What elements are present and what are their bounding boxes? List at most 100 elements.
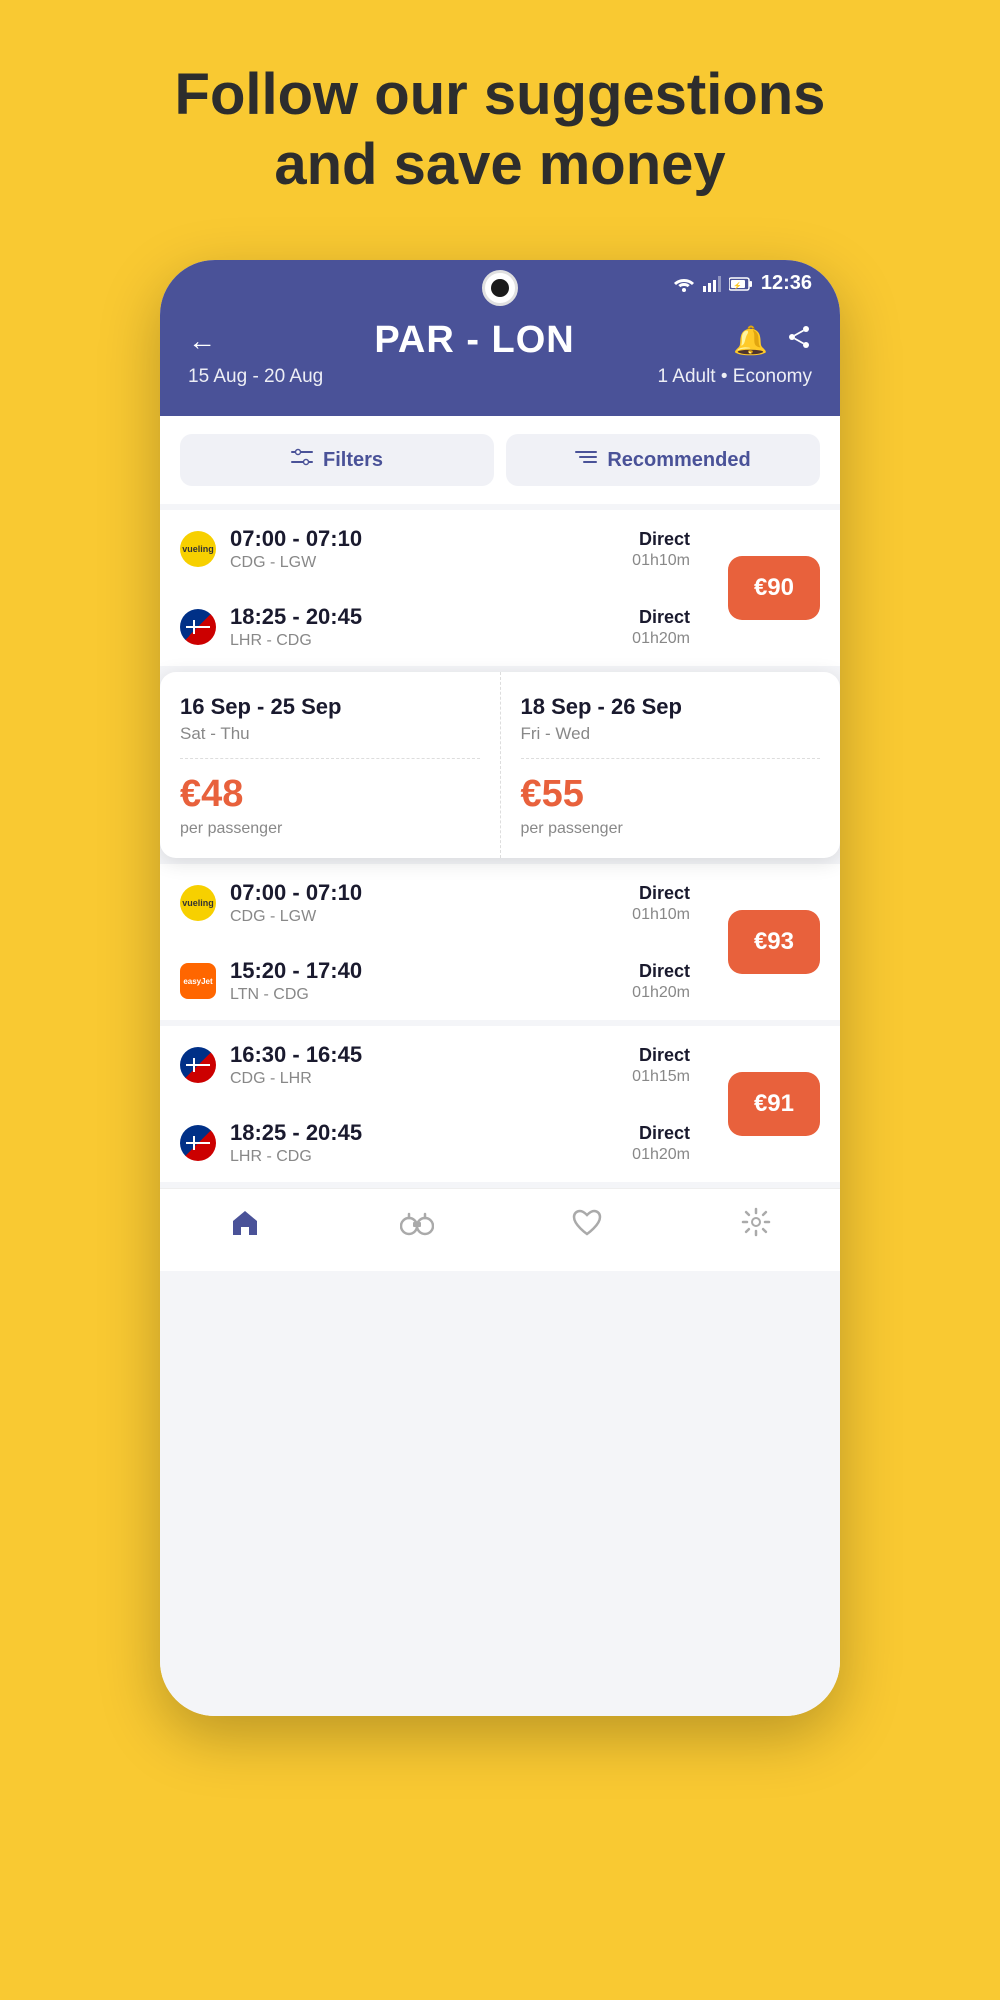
nav-search[interactable] bbox=[400, 1207, 434, 1247]
suggestion-date-1: 16 Sep - 25 Sep bbox=[180, 694, 480, 720]
price-button-1[interactable]: €90 bbox=[728, 556, 820, 620]
filter-bar: Filters Recommended bbox=[160, 416, 840, 504]
inbound-info-2: Direct 01h20m bbox=[590, 961, 690, 1002]
easyjet-logo: easyJet bbox=[180, 963, 216, 999]
suggestion-cell-2[interactable]: 18 Sep - 26 Sep Fri - Wed €55 per passen… bbox=[501, 672, 841, 858]
inbound-type-3: Direct bbox=[590, 1123, 690, 1144]
inbound-row-1: 18:25 - 20:45 LHR - CDG Direct 01h20m bbox=[160, 588, 710, 666]
inbound-row-3: 18:25 - 20:45 LHR - CDG Direct 01h20m bbox=[160, 1104, 710, 1182]
outbound-time-text-2: 07:00 - 07:10 bbox=[230, 880, 576, 906]
bottom-nav bbox=[160, 1188, 840, 1271]
outbound-type-1: Direct bbox=[590, 529, 690, 550]
inbound-airports-1: LHR - CDG bbox=[230, 632, 576, 650]
app-header: ← PAR - LON 🔔 15 Aug - 20 Aug 1 Adult • … bbox=[160, 303, 840, 416]
outbound-times-1: 07:00 - 07:10 CDG - LGW bbox=[230, 526, 576, 572]
outbound-info-1: Direct 01h10m bbox=[590, 529, 690, 570]
outbound-duration-3: 01h15m bbox=[590, 1068, 690, 1086]
bell-icon[interactable]: 🔔 bbox=[733, 324, 768, 357]
suggestion-row: 16 Sep - 25 Sep Sat - Thu €48 per passen… bbox=[160, 672, 840, 858]
outbound-type-3: Direct bbox=[590, 1045, 690, 1066]
suggestion-card[interactable]: 16 Sep - 25 Sep Sat - Thu €48 per passen… bbox=[160, 672, 840, 858]
battery-icon: ⚡ bbox=[729, 277, 753, 291]
outbound-type-2: Direct bbox=[590, 883, 690, 904]
outbound-times-2: 07:00 - 07:10 CDG - LGW bbox=[230, 880, 576, 926]
outbound-info-2: Direct 01h10m bbox=[590, 883, 690, 924]
suggestion-divider-2 bbox=[521, 758, 821, 759]
filters-button[interactable]: Filters bbox=[180, 434, 494, 486]
gear-icon bbox=[741, 1207, 771, 1245]
flight-card-3: 16:30 - 16:45 CDG - LHR Direct 01h15m 18… bbox=[160, 1026, 840, 1182]
price-button-3[interactable]: €91 bbox=[728, 1072, 820, 1136]
outbound-time-text-3: 16:30 - 16:45 bbox=[230, 1042, 576, 1068]
suggestion-price-1: €48 bbox=[180, 773, 480, 816]
suggestion-price-2: €55 bbox=[521, 773, 821, 816]
suggestion-day-2: Fri - Wed bbox=[521, 724, 821, 744]
inbound-times-3: 18:25 - 20:45 LHR - CDG bbox=[230, 1120, 576, 1166]
sort-icon bbox=[575, 448, 597, 472]
home-icon bbox=[229, 1207, 261, 1247]
vueling-logo-2: vueling bbox=[180, 885, 216, 921]
outbound-duration-2: 01h10m bbox=[590, 906, 690, 924]
heart-icon bbox=[572, 1207, 602, 1244]
inbound-row-2: easyJet 15:20 - 17:40 LTN - CDG Direct 0… bbox=[160, 942, 710, 1020]
header-actions: 🔔 bbox=[733, 324, 812, 357]
inbound-duration-1: 01h20m bbox=[590, 630, 690, 648]
outbound-row-2: vueling 07:00 - 07:10 CDG - LGW Direct 0… bbox=[160, 864, 710, 942]
binoculars-icon bbox=[400, 1207, 434, 1244]
filters-label: Filters bbox=[323, 449, 383, 472]
outbound-row-3: 16:30 - 16:45 CDG - LHR Direct 01h15m bbox=[160, 1026, 710, 1104]
recommended-button[interactable]: Recommended bbox=[506, 434, 820, 486]
signal-icon bbox=[703, 276, 721, 292]
inbound-duration-2: 01h20m bbox=[590, 984, 690, 1002]
flight-card-1: vueling 07:00 - 07:10 CDG - LGW Direct 0… bbox=[160, 510, 840, 666]
route-title: PAR - LON bbox=[374, 319, 574, 362]
route-meta: 15 Aug - 20 Aug 1 Adult • Economy bbox=[188, 366, 812, 388]
outbound-times-3: 16:30 - 16:45 CDG - LHR bbox=[230, 1042, 576, 1088]
inbound-duration-3: 01h20m bbox=[590, 1146, 690, 1164]
suggestion-divider-1 bbox=[180, 758, 480, 759]
status-icons: ⚡ 12:36 bbox=[673, 272, 812, 295]
suggestion-cell-1[interactable]: 16 Sep - 25 Sep Sat - Thu €48 per passen… bbox=[160, 672, 501, 858]
inbound-time-text-1: 18:25 - 20:45 bbox=[230, 604, 576, 630]
inbound-airports-3: LHR - CDG bbox=[230, 1148, 576, 1166]
inbound-info-3: Direct 01h20m bbox=[590, 1123, 690, 1164]
content-area: Filters Recommended vueling bbox=[160, 416, 840, 1716]
headline-line2: and save money bbox=[274, 132, 725, 197]
price-button-2[interactable]: €93 bbox=[728, 910, 820, 974]
outbound-airports-3: CDG - LHR bbox=[230, 1070, 576, 1088]
flight-card-2: vueling 07:00 - 07:10 CDG - LGW Direct 0… bbox=[160, 864, 840, 1020]
outbound-info-3: Direct 01h15m bbox=[590, 1045, 690, 1086]
page-headline: Follow our suggestions and save money bbox=[0, 0, 1000, 229]
inbound-type-2: Direct bbox=[590, 961, 690, 982]
nav-home[interactable] bbox=[229, 1207, 261, 1247]
share-icon[interactable] bbox=[786, 324, 812, 357]
filter-icon bbox=[291, 448, 313, 472]
status-bar: ⚡ 12:36 bbox=[160, 260, 840, 303]
back-button[interactable]: ← bbox=[188, 325, 216, 357]
svg-text:⚡: ⚡ bbox=[733, 281, 742, 290]
nav-settings[interactable] bbox=[741, 1207, 771, 1247]
inbound-time-text-3: 18:25 - 20:45 bbox=[230, 1120, 576, 1146]
headline-line1: Follow our suggestions bbox=[175, 62, 826, 127]
outbound-airports-1: CDG - LGW bbox=[230, 554, 576, 572]
recommended-label: Recommended bbox=[607, 449, 750, 472]
british-logo-1 bbox=[180, 609, 216, 645]
outbound-airports-2: CDG - LGW bbox=[230, 908, 576, 926]
british-logo-3b bbox=[180, 1125, 216, 1161]
vueling-logo: vueling bbox=[180, 531, 216, 567]
inbound-info-1: Direct 01h20m bbox=[590, 607, 690, 648]
route-passengers: 1 Adult • Economy bbox=[657, 366, 812, 388]
suggestion-pp-2: per passenger bbox=[521, 820, 821, 838]
notch bbox=[482, 270, 518, 306]
outbound-row-1: vueling 07:00 - 07:10 CDG - LGW Direct 0… bbox=[160, 510, 710, 588]
outbound-time-text-1: 07:00 - 07:10 bbox=[230, 526, 576, 552]
camera bbox=[491, 279, 509, 297]
nav-favorites[interactable] bbox=[572, 1207, 602, 1247]
suggestion-day-1: Sat - Thu bbox=[180, 724, 480, 744]
route-dates: 15 Aug - 20 Aug bbox=[188, 366, 323, 388]
inbound-times-1: 18:25 - 20:45 LHR - CDG bbox=[230, 604, 576, 650]
suggestion-date-2: 18 Sep - 26 Sep bbox=[521, 694, 821, 720]
outbound-duration-1: 01h10m bbox=[590, 552, 690, 570]
inbound-type-1: Direct bbox=[590, 607, 690, 628]
phone-shell: ⚡ 12:36 ← PAR - LON 🔔 bbox=[160, 260, 840, 1716]
